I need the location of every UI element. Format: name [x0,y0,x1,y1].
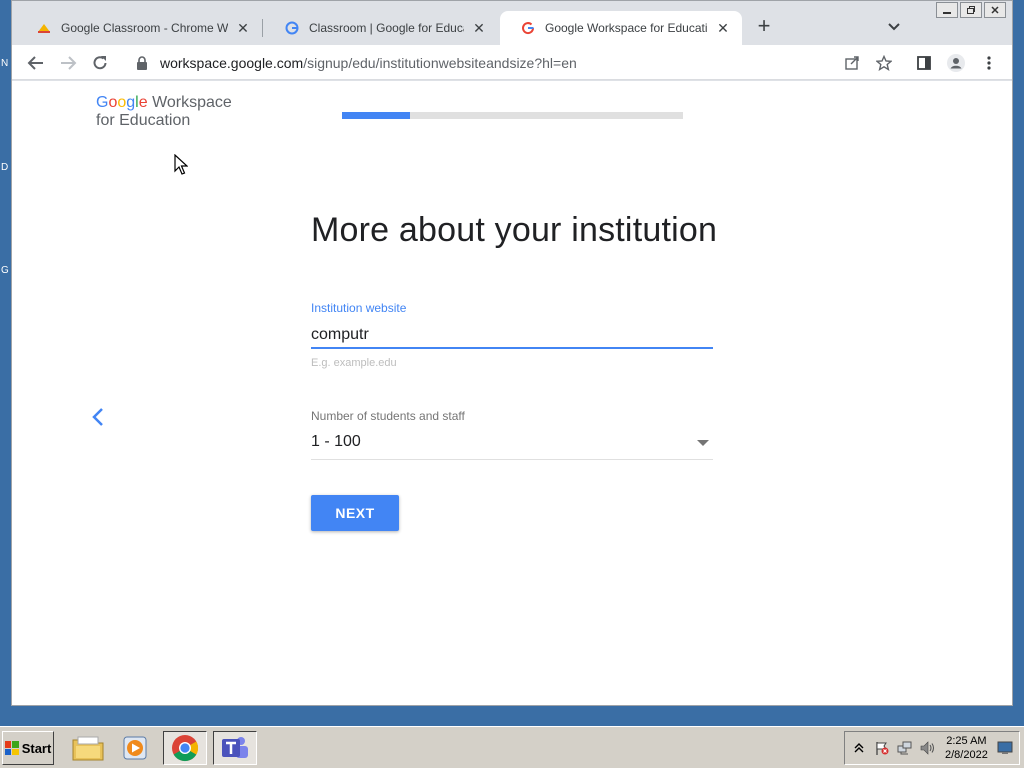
page-content: Google Workspace for Education More abou… [12,81,1012,705]
tab-title: Google Workspace for Education [545,21,708,35]
back-chevron-icon[interactable] [90,406,106,428]
media-player-icon[interactable] [113,731,157,765]
tab-close-icon[interactable]: ✕ [470,19,488,37]
classroom-icon [36,20,52,36]
file-explorer-icon[interactable] [66,731,110,765]
desktop-icon-fragment: D [1,162,9,173]
mouse-pointer-icon [174,153,189,176]
clock-date: 2/8/2022 [945,749,988,761]
logo-line2: for Education [96,112,191,129]
tab-title: Google Classroom - Chrome Web St [61,21,228,35]
tab-close-icon[interactable]: ✕ [234,19,252,37]
url-path: /signup/edu/institutionwebsiteandsize?hl… [303,54,577,71]
url-host: workspace.google.com [160,54,304,71]
students-staff-label: Number of students and staff [311,409,465,423]
clock[interactable]: 2:25 AM 2/8/2022 [945,734,988,762]
show-desktop-icon[interactable] [996,739,1014,757]
students-staff-select[interactable]: 1 - 100 [311,431,713,460]
signup-progress-fill [342,112,411,119]
desktop-icon-fragment: N [1,58,9,69]
tab-title: Classroom | Google for Education [309,21,464,35]
close-icon[interactable] [984,2,1006,18]
signup-progress-bar [342,112,683,119]
tab-google-classroom-web-store[interactable]: Google Classroom - Chrome Web St ✕ [16,11,262,45]
network-icon[interactable] [896,739,914,757]
page-title: More about your institution [311,211,718,249]
teams-icon[interactable] [213,731,257,765]
new-tab-button[interactable]: + [752,15,776,39]
desktop-icon-fragment: G [1,265,9,276]
show-hidden-icon[interactable] [850,739,868,757]
browser-toolbar: workspace.google.com/signup/edu/institut… [12,45,1012,80]
profile-icon[interactable] [945,52,967,74]
side-panel-icon[interactable] [913,52,935,74]
system-tray: 2:25 AM 2/8/2022 [844,731,1020,765]
lock-icon [136,55,150,70]
google-wordmark: Google [96,94,148,111]
tab-strip: Google Classroom - Chrome Web St ✕ Class… [12,1,1012,45]
forward-arrow-icon[interactable] [57,52,79,74]
windows-flag-icon [4,741,19,755]
action-center-flag-icon[interactable] [873,739,891,757]
google-g-icon [520,20,536,36]
institution-website-label: Institution website [311,301,407,315]
google-g-icon [284,20,300,36]
google-workspace-for-education-logo[interactable]: Google Workspace for Education [96,94,232,130]
back-arrow-icon[interactable] [25,52,47,74]
menu-icon[interactable] [978,52,1000,74]
chrome-icon[interactable] [163,731,207,765]
tab-separator [262,19,263,37]
start-label: Start [21,740,52,756]
chevron-down-icon[interactable] [884,17,904,37]
students-staff-value: 1 - 100 [311,433,361,450]
logo-product: Workspace [152,94,232,111]
chrome-window: Google Classroom - Chrome Web St ✕ Class… [11,0,1013,706]
volume-icon[interactable] [919,739,937,757]
dropdown-caret-icon [697,440,709,446]
star-icon[interactable] [873,52,895,74]
institution-website-input[interactable] [311,323,713,349]
restore-icon[interactable] [960,2,982,18]
tab-google-workspace-for-education[interactable]: Google Workspace for Education ✕ [500,11,742,45]
tab-classroom-google-for-education[interactable]: Classroom | Google for Education ✕ [264,11,498,45]
share-icon[interactable] [841,52,863,74]
tab-close-icon[interactable]: ✕ [714,19,732,37]
reload-icon[interactable] [89,52,111,74]
next-button[interactable]: NEXT [311,495,399,531]
window-controls [936,2,1006,18]
clock-time: 2:25 AM [946,735,987,747]
start-button[interactable]: Start [2,731,54,765]
institution-website-hint: E.g. example.edu [311,357,397,369]
taskbar: Start 2:25 AM 2/8/2022 [0,726,1024,768]
minimize-icon[interactable] [936,2,958,18]
